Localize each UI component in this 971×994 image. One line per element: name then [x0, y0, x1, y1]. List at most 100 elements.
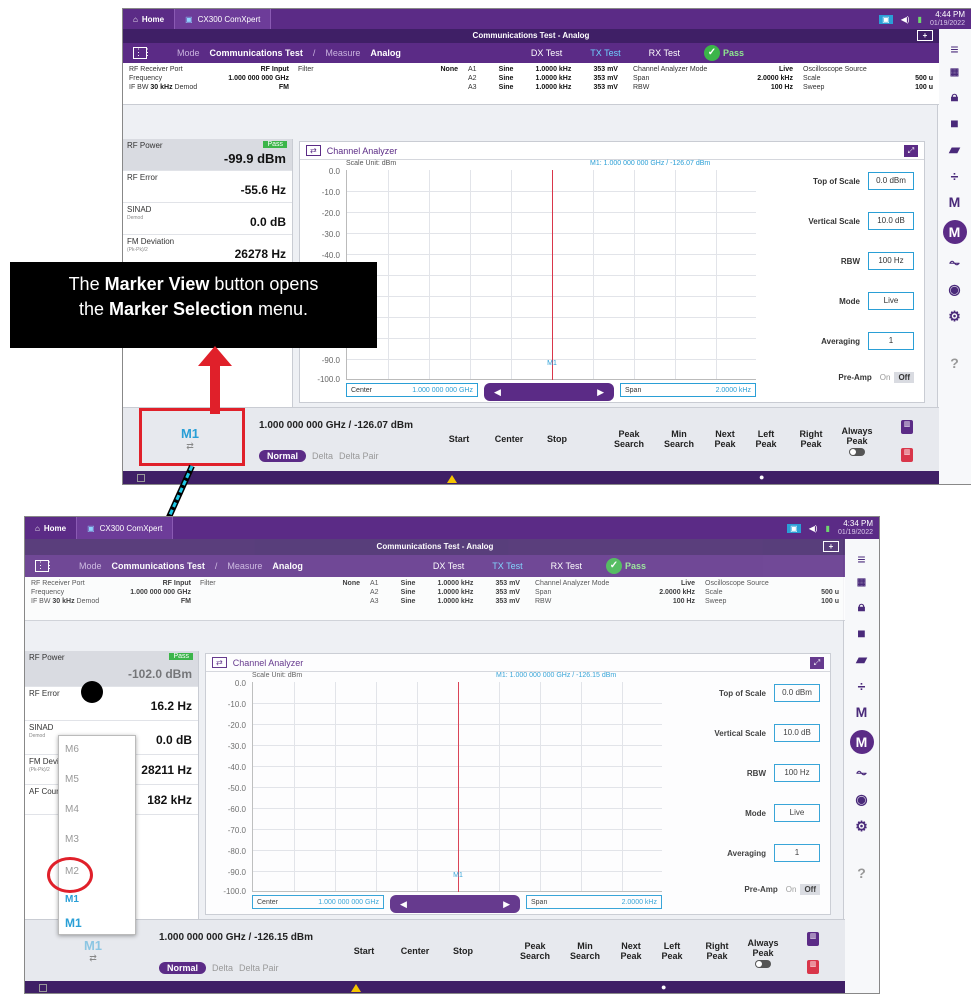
- peak-search-button[interactable]: Peak Search: [607, 420, 651, 458]
- pulse-icon[interactable]: ⏦: [844, 764, 879, 781]
- left-peak-button[interactable]: Left Peak: [749, 420, 783, 458]
- setting-top-of-scale-2[interactable]: Top of Scale 0.0 dBm: [719, 684, 820, 702]
- layout-icon[interactable]: ▦: [938, 67, 971, 78]
- menu-icon[interactable]: ≡: [844, 551, 879, 567]
- setting-rbw[interactable]: RBW 100 Hz: [841, 252, 914, 270]
- mode-value[interactable]: Communications Test: [210, 48, 303, 58]
- location-icon[interactable]: ●: [661, 982, 666, 992]
- layout-icon[interactable]: ▦: [844, 577, 879, 588]
- meter-sinad[interactable]: SINAD Demod 0.0 dB: [123, 203, 292, 235]
- meter-rf-power[interactable]: RF Power Pass -99.9 dBm: [123, 139, 292, 171]
- warning-icon[interactable]: [351, 984, 361, 992]
- home-button[interactable]: ⌂ Home: [123, 15, 174, 24]
- nav-right-button[interactable]: ▶: [503, 899, 510, 910]
- setting-vertical-scale-2[interactable]: Vertical Scale 10.0 dB: [714, 724, 820, 742]
- delete-marker-icon[interactable]: ▥: [807, 932, 819, 946]
- meter-rf-error-2[interactable]: RF Error 16.2 Hz: [25, 687, 198, 721]
- tab-dx-test-2[interactable]: DX Test: [433, 561, 464, 571]
- menu-item-m1[interactable]: M1: [65, 894, 79, 905]
- vnc-icon[interactable]: ▣: [787, 523, 801, 533]
- next-peak-button-2[interactable]: Next Peak: [613, 932, 649, 970]
- always-peak-button-2[interactable]: Always Peak: [743, 930, 783, 976]
- setting-mode[interactable]: Mode Live: [839, 292, 914, 310]
- home-button-2[interactable]: ⌂ Home: [25, 524, 76, 533]
- mode-normal-2[interactable]: Normal: [159, 962, 207, 974]
- settings-icon[interactable]: ⚙: [938, 308, 971, 325]
- volume-icon[interactable]: ◀): [901, 15, 910, 24]
- setting-mode-2[interactable]: Mode Live: [745, 804, 820, 822]
- min-search-button[interactable]: Min Search: [657, 420, 701, 458]
- settings-icon[interactable]: ⚙: [844, 818, 879, 835]
- marker-view-button-2[interactable]: M1 ⇄: [43, 932, 143, 976]
- mode-delta-2[interactable]: Delta: [212, 963, 233, 973]
- marker-icon[interactable]: M: [844, 704, 879, 720]
- app-tab-2[interactable]: ▣ CX300 ComXpert: [76, 517, 174, 539]
- menu-item-m4[interactable]: M4: [65, 804, 79, 815]
- delete-marker-icon[interactable]: ▥: [901, 420, 913, 434]
- center-field[interactable]: Center 1.000 000 000 GHz: [346, 383, 478, 397]
- swap-icon[interactable]: ⇄: [306, 145, 321, 156]
- split-icon[interactable]: ÷: [844, 678, 879, 694]
- start-button-2[interactable]: Start: [343, 934, 385, 968]
- marker-m1[interactable]: M1: [449, 872, 467, 879]
- lock-icon[interactable]: 🔒︎: [844, 598, 879, 615]
- nav-right-button[interactable]: ▶: [597, 387, 604, 398]
- setting-averaging-2[interactable]: Averaging 1: [727, 844, 820, 862]
- location-icon[interactable]: ●: [759, 472, 764, 482]
- nav-left-button[interactable]: ◀: [400, 899, 407, 910]
- expand-icon[interactable]: ⤢: [810, 656, 824, 669]
- setting-rbw-2[interactable]: RBW 100 Hz: [747, 764, 820, 782]
- save-icon[interactable]: ■: [844, 625, 879, 641]
- grid-icon[interactable]: ⋮⋮: [35, 560, 54, 572]
- stop-button[interactable]: Stop: [537, 422, 577, 456]
- next-peak-button[interactable]: Next Peak: [707, 420, 743, 458]
- marker-view-icon[interactable]: M: [849, 730, 874, 754]
- peak-search-button-2[interactable]: Peak Search: [513, 932, 557, 970]
- measure-value[interactable]: Analog: [370, 48, 401, 58]
- span-field-2[interactable]: Span 2.0000 kHz: [526, 895, 662, 909]
- marker-m1[interactable]: M1: [543, 360, 561, 367]
- center-button-2[interactable]: Center: [391, 934, 439, 968]
- tab-rx-test[interactable]: RX Test: [649, 48, 680, 58]
- tab-tx-test-2[interactable]: TX Test: [492, 561, 522, 571]
- min-search-button-2[interactable]: Min Search: [563, 932, 607, 970]
- vnc-icon[interactable]: ▣: [879, 14, 893, 24]
- save-icon[interactable]: ■: [938, 115, 971, 131]
- nav-left-button[interactable]: ◀: [494, 387, 501, 398]
- swap-icon[interactable]: ⇄: [212, 657, 227, 668]
- mode-normal[interactable]: Normal: [259, 450, 307, 462]
- tab-rx-test-2[interactable]: RX Test: [551, 561, 582, 571]
- meter-rf-power-2[interactable]: RF Power Pass -102.0 dBm: [25, 651, 198, 687]
- volume-icon[interactable]: ◀): [809, 524, 818, 533]
- always-peak-toggle[interactable]: [849, 448, 865, 457]
- mode-delta-pair[interactable]: Delta Pair: [339, 451, 379, 461]
- menu-item-m6[interactable]: M6: [65, 744, 79, 755]
- tab-tx-test[interactable]: TX Test: [590, 48, 620, 58]
- camera-icon[interactable]: ◉: [844, 791, 879, 808]
- marker-icon[interactable]: M: [938, 194, 971, 210]
- setting-vertical-scale[interactable]: Vertical Scale 10.0 dB: [808, 212, 914, 230]
- mode-delta-pair-2[interactable]: Delta Pair: [239, 963, 279, 973]
- app-tab[interactable]: ▣ CX300 ComXpert: [174, 9, 272, 29]
- always-peak-button[interactable]: Always Peak: [837, 418, 877, 464]
- menu-item-m3[interactable]: M3: [65, 834, 79, 845]
- menu-item-m1-selected[interactable]: M1: [65, 916, 82, 930]
- meter-fm-deviation[interactable]: FM Deviation (Pk-Pk)/2 26278 Hz: [123, 235, 292, 265]
- pulse-icon[interactable]: ⏦: [938, 254, 971, 271]
- left-peak-button-2[interactable]: Left Peak: [655, 932, 689, 970]
- tab-dx-test[interactable]: DX Test: [531, 48, 562, 58]
- right-peak-button-2[interactable]: Right Peak: [699, 932, 735, 970]
- span-field[interactable]: Span 2.0000 kHz: [620, 383, 756, 397]
- meter-rf-error[interactable]: RF Error -55.6 Hz: [123, 171, 292, 203]
- warning-icon[interactable]: [447, 475, 457, 483]
- lock-icon[interactable]: 🔒︎: [938, 88, 971, 105]
- menu-icon[interactable]: ≡: [938, 41, 971, 57]
- stop-button-2[interactable]: Stop: [443, 934, 483, 968]
- center-field-2[interactable]: Center 1.000 000 000 GHz: [252, 895, 384, 909]
- marker-view-icon[interactable]: M: [942, 220, 967, 244]
- camera-icon[interactable]: ◉: [938, 281, 971, 298]
- setting-top-of-scale[interactable]: Top of Scale 0.0 dBm: [813, 172, 914, 190]
- menu-item-m5[interactable]: M5: [65, 774, 79, 785]
- setting-averaging[interactable]: Averaging 1: [821, 332, 914, 350]
- mode-delta[interactable]: Delta: [312, 451, 333, 461]
